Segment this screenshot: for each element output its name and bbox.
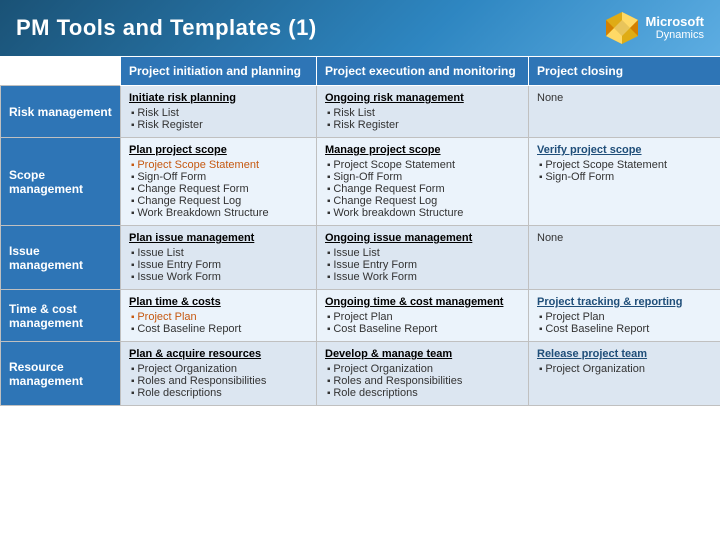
data-cell: Plan project scope Project Scope Statemen… [121, 138, 317, 226]
cell-bullet-item: Role descriptions [129, 387, 308, 399]
data-cell: Verify project scope Project Scope Statem… [529, 138, 720, 226]
cell-bullet-item: Issue List [325, 247, 520, 259]
cell-bullet-item: Risk Register [325, 119, 520, 131]
col-header-2: Project execution and monitoring [317, 57, 529, 86]
col-header-3: Project closing [529, 57, 720, 86]
cell-bullet-item: Cost Baseline Report [325, 323, 520, 335]
table-row: Scope management Plan project scope Projec… [1, 138, 720, 226]
cell-title: Verify project scope [537, 144, 712, 156]
logo-text: Microsoft Dynamics [646, 14, 705, 43]
data-cell: Develop & manage team Project Organizatio… [317, 342, 529, 406]
cell-bullet-item: Project Organization [325, 363, 520, 375]
cell-bullet-item: Risk Register [129, 119, 308, 131]
cell-title: Initiate risk planning [129, 92, 308, 104]
table-row: Risk management Initiate risk planning Ris… [1, 86, 720, 138]
cell-bullet-item: Roles and Responsibilities [129, 375, 308, 387]
category-cell: Scope management [1, 138, 121, 226]
cell-bullet-item: Project Scope Statement [537, 159, 712, 171]
cell-bullet-item: Project Plan [129, 311, 308, 323]
table-row: Resource managementPlan & acquire resour… [1, 342, 720, 406]
cell-none: None [537, 92, 563, 104]
cell-bullet-item: Project Scope Statement [325, 159, 520, 171]
cell-bullet-item: Issue Entry Form [129, 259, 308, 271]
data-cell: Plan issue management Issue ListIssue Ent… [121, 226, 317, 290]
cell-title: Develop & manage team [325, 348, 520, 360]
page-title: PM Tools and Templates (1) [16, 15, 317, 41]
data-cell: Release project team Project Organization [529, 342, 720, 406]
header: PM Tools and Templates (1) Microsoft Dyn… [0, 0, 720, 56]
cell-bullet-item: Change Request Log [129, 195, 308, 207]
cell-bullet-item: Issue Entry Form [325, 259, 520, 271]
cell-title: Plan time & costs [129, 296, 308, 308]
cell-bullet-item: Issue List [129, 247, 308, 259]
data-cell: Ongoing issue managementIssue ListIssue … [317, 226, 529, 290]
cell-title: Plan & acquire resources [129, 348, 308, 360]
cell-title: Ongoing risk management [325, 92, 520, 104]
cell-bullet-item: Project Organization [537, 363, 712, 375]
cell-title: Ongoing time & cost management [325, 296, 520, 308]
cell-none: None [537, 232, 563, 244]
data-cell: Manage project scope Project Scope Statem… [317, 138, 529, 226]
cell-bullet-item: Role descriptions [325, 387, 520, 399]
table-row: Time & cost managementPlan time & costsP… [1, 290, 720, 342]
cell-bullet-item: Work breakdown Structure [325, 207, 520, 219]
category-cell: Risk management [1, 86, 121, 138]
data-cell: Ongoing risk management Risk ListRisk Reg… [317, 86, 529, 138]
cell-title: Project tracking & reporting [537, 296, 712, 308]
logo-area: Microsoft Dynamics [604, 10, 705, 46]
cell-bullet-item: Cost Baseline Report [129, 323, 308, 335]
cell-title: Manage project scope [325, 144, 520, 156]
cell-title: Release project team [537, 348, 712, 360]
cell-bullet-item: Change Request Form [325, 183, 520, 195]
cell-bullet-item: Issue Work Form [325, 271, 520, 283]
cell-bullet-item: Project Organization [129, 363, 308, 375]
cell-bullet-item: Sign-Off Form [129, 171, 308, 183]
cell-bullet-item: Risk List [129, 107, 308, 119]
cell-bullet-item: Cost Baseline Report [537, 323, 712, 335]
cell-title: Ongoing issue management [325, 232, 520, 244]
data-cell: Project tracking & reporting Project Plan… [529, 290, 720, 342]
cell-bullet-item: Sign-Off Form [537, 171, 712, 183]
cell-bullet-item: Sign-Off Form [325, 171, 520, 183]
category-cell: Issue management [1, 226, 121, 290]
cell-bullet-item: Change Request Log [325, 195, 520, 207]
cell-bullet-item: Roles and Responsibilities [325, 375, 520, 387]
cell-bullet-item: Project Plan [537, 311, 712, 323]
data-cell: None [529, 86, 720, 138]
table-row: Issue management Plan issue management Iss… [1, 226, 720, 290]
cell-bullet-item: Project Scope Statement [129, 159, 308, 171]
col-header-1: Project initiation and planning [121, 57, 317, 86]
category-cell: Resource management [1, 342, 121, 406]
data-cell: Plan & acquire resources Project Organiza… [121, 342, 317, 406]
cell-bullet-item: Risk List [325, 107, 520, 119]
data-cell: Plan time & costs Project PlanCost Baseli… [121, 290, 317, 342]
ms-dynamics-icon [604, 10, 640, 46]
cell-bullet-item: Issue Work Form [129, 271, 308, 283]
data-cell: Ongoing time & cost management Project Pl… [317, 290, 529, 342]
cell-title: Plan issue management [129, 232, 308, 244]
cell-bullet-item: Work Breakdown Structure [129, 207, 308, 219]
data-cell: Initiate risk planning Risk ListRisk Regi… [121, 86, 317, 138]
cell-bullet-item: Project Plan [325, 311, 520, 323]
cell-title: Plan project scope [129, 144, 308, 156]
col-header-0 [1, 57, 121, 86]
category-cell: Time & cost management [1, 290, 121, 342]
data-cell: None [529, 226, 720, 290]
main-table: Project initiation and planning Project … [0, 56, 720, 406]
cell-bullet-item: Change Request Form [129, 183, 308, 195]
